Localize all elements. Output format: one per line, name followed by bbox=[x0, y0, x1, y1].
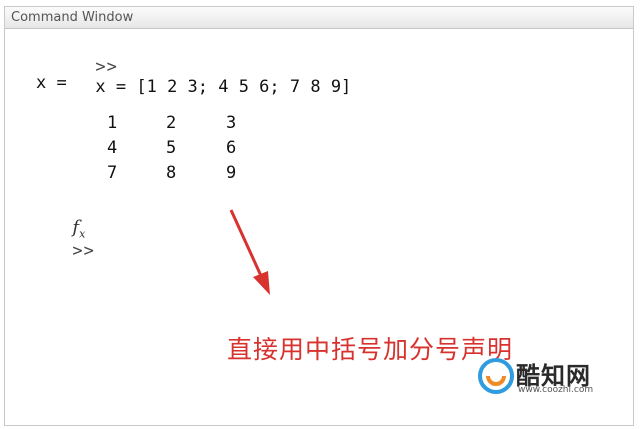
command-line: >> x = [1 2 3; 4 5 6; 7 8 9] bbox=[34, 37, 351, 117]
matrix-cell: 3 bbox=[226, 113, 237, 133]
matrix-cell: 5 bbox=[166, 138, 177, 158]
matrix-cell: 2 bbox=[166, 113, 177, 133]
output-label: x = bbox=[36, 73, 67, 93]
matrix-cell: 8 bbox=[166, 163, 177, 183]
prompt: >> bbox=[72, 240, 95, 261]
command-text: x = [1 2 3; 4 5 6; 7 8 9] bbox=[95, 77, 352, 97]
matrix-cell: 4 bbox=[107, 138, 118, 158]
matrix-cell: 1 bbox=[107, 113, 118, 133]
watermark-url: www.coozhi.com bbox=[518, 385, 594, 395]
watermark: 酷知网 www.coozhi.com bbox=[478, 356, 608, 396]
matrix-cell: 9 bbox=[226, 163, 237, 183]
annotation-text: 直接用中括号加分号声明 bbox=[227, 335, 514, 364]
window-title: Command Window bbox=[5, 7, 633, 29]
matrix-cell: 6 bbox=[226, 138, 237, 158]
coozhi-logo-icon bbox=[478, 358, 514, 394]
matrix-cell: 7 bbox=[107, 163, 118, 183]
fx-function-browser-icon[interactable]: fx bbox=[72, 217, 85, 241]
prompt: >> bbox=[95, 57, 118, 77]
current-prompt-line[interactable]: fx >> bbox=[11, 197, 95, 281]
